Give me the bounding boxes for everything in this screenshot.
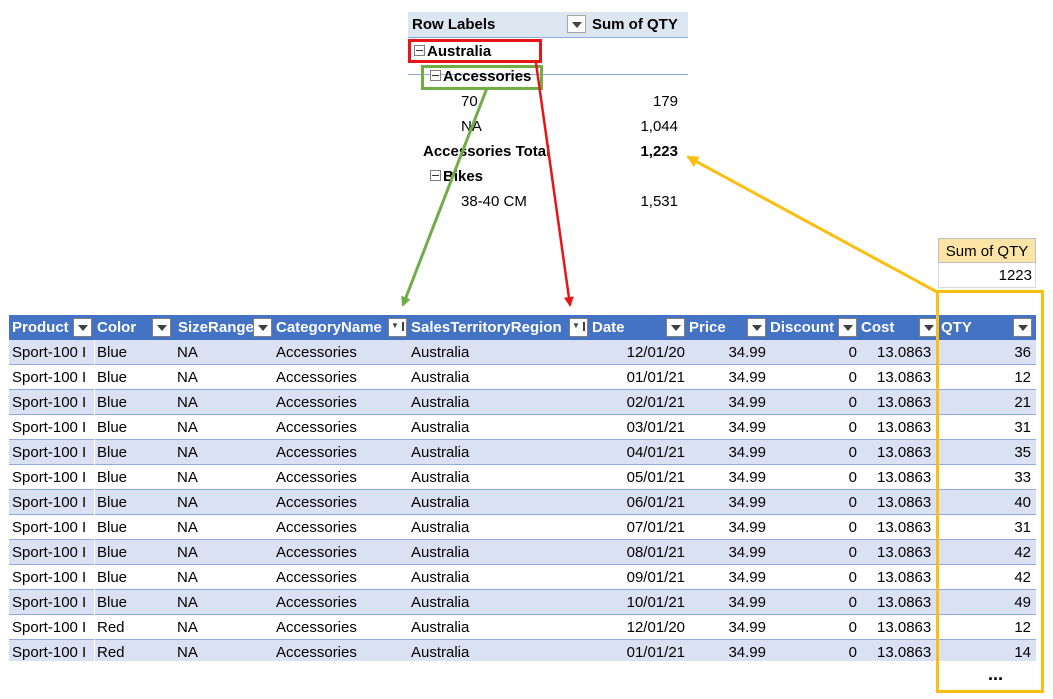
yellow-arrow	[686, 155, 938, 294]
annotation-arrows	[401, 62, 938, 307]
red-arrow	[534, 62, 574, 307]
green-arrow	[401, 87, 489, 307]
